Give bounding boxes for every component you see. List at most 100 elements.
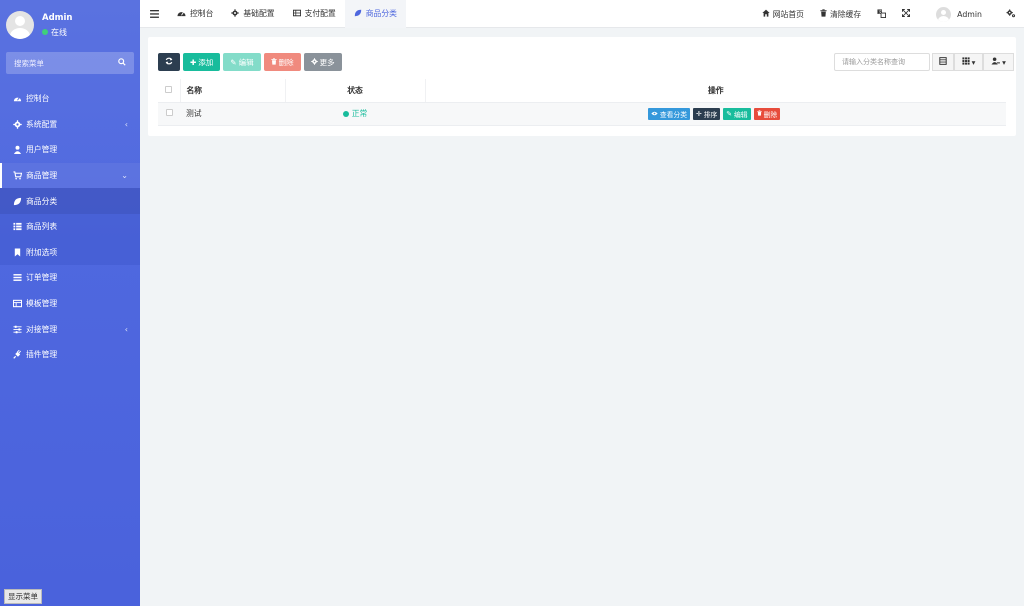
tab-dashboard[interactable]: 控制台 bbox=[168, 0, 222, 28]
user-name: Admin bbox=[42, 12, 73, 23]
topbar-right: 网站首页 清除缓存 文 Admin bbox=[754, 0, 1024, 28]
tab-label: 控制台 bbox=[190, 9, 214, 18]
edit-button[interactable]: ✎ 编辑 bbox=[223, 53, 261, 71]
sidebar-item-products[interactable]: 商品管理 ⌄ bbox=[0, 162, 140, 189]
tab-payment-config[interactable]: 支付配置 bbox=[284, 0, 345, 28]
menu-search bbox=[6, 52, 134, 74]
sidebar-item-label: 插件管理 bbox=[26, 350, 58, 360]
list-icon bbox=[13, 222, 22, 231]
search-icon[interactable] bbox=[118, 58, 126, 68]
show-menu-button[interactable]: 显示菜单 bbox=[4, 589, 42, 604]
tab-label: 基础配置 bbox=[243, 9, 275, 18]
avatar bbox=[936, 6, 952, 22]
cart-icon bbox=[13, 171, 22, 180]
sidebar-item-users[interactable]: 用户管理 bbox=[0, 137, 140, 163]
tab-label: 支付配置 bbox=[304, 9, 336, 18]
dashboard-icon bbox=[13, 94, 22, 103]
sidebar-item-label: 模板管理 bbox=[26, 299, 58, 309]
template-icon bbox=[13, 299, 22, 308]
status-dot-icon bbox=[342, 110, 349, 117]
add-label: 添加 bbox=[198, 57, 214, 67]
admin-name: Admin bbox=[957, 9, 982, 19]
table-view-button[interactable] bbox=[932, 53, 954, 71]
cell-name: 测试 bbox=[180, 102, 285, 126]
settings-button[interactable] bbox=[990, 8, 1024, 20]
export-button[interactable]: ▾ bbox=[983, 53, 1014, 71]
cell-status: 正常 bbox=[285, 102, 425, 126]
sidebar-item-integrations[interactable]: 对接管理 ‹ bbox=[0, 316, 140, 342]
sort-button[interactable]: ✛ 排序 bbox=[693, 107, 721, 120]
tab-label: 商品分类 bbox=[365, 9, 397, 18]
sidebar-item-plugins[interactable]: 插件管理 bbox=[0, 342, 140, 368]
row-edit-button[interactable]: ✎ 编辑 bbox=[723, 107, 751, 120]
sidebar-item-label: 用户管理 bbox=[26, 145, 58, 155]
admin-profile[interactable]: Admin bbox=[918, 6, 990, 22]
tab-basic-config[interactable]: 基础配置 bbox=[222, 0, 283, 28]
sidebar-item-templates[interactable]: 模板管理 bbox=[0, 291, 140, 317]
toolbar: ✚ 添加 ✎ 编辑 删除 更多 bbox=[158, 53, 345, 71]
sidebar-item-label: 附加选项 bbox=[26, 247, 58, 257]
pencil-icon: ✎ bbox=[726, 109, 732, 118]
sidebar-item-orders[interactable]: 订单管理 bbox=[0, 265, 140, 291]
row-checkbox[interactable] bbox=[165, 109, 173, 116]
language-icon: 文 bbox=[877, 9, 887, 20]
gear-icon bbox=[231, 8, 240, 19]
delete-label: 删除 bbox=[278, 57, 294, 67]
sidebar-item-product-category[interactable]: 商品分类 bbox=[0, 188, 140, 214]
hamburger-menu-icon[interactable] bbox=[140, 9, 168, 18]
sidebar-item-dashboard[interactable]: 控制台 bbox=[0, 86, 140, 112]
edit-label: 编辑 bbox=[238, 57, 254, 67]
category-search-input[interactable]: 请输入分类名称查询 bbox=[834, 53, 930, 71]
add-button[interactable]: ✚ 添加 bbox=[183, 53, 221, 71]
column-header-name[interactable]: 名称 bbox=[180, 79, 286, 103]
column-header-status[interactable]: 状态 bbox=[285, 79, 426, 103]
sidebar-item-label: 商品列表 bbox=[26, 222, 58, 232]
delete-button[interactable]: 删除 bbox=[263, 53, 301, 71]
column-header-actions: 操作 bbox=[425, 79, 1006, 103]
home-icon bbox=[762, 9, 770, 19]
site-home-label: 网站首页 bbox=[772, 9, 804, 19]
table-header-row: 名称 状态 操作 bbox=[158, 79, 1006, 103]
avatar[interactable] bbox=[6, 11, 34, 39]
sort-label: 排序 bbox=[703, 110, 718, 119]
sidebar-item-system-config[interactable]: 系统配置 ‹ bbox=[0, 112, 140, 138]
plus-icon: ✚ bbox=[190, 57, 197, 67]
select-all-checkbox[interactable] bbox=[165, 85, 173, 93]
clear-cache-button[interactable]: 清除缓存 bbox=[812, 9, 869, 20]
refresh-button[interactable] bbox=[158, 53, 180, 71]
sidebar-item-label: 订单管理 bbox=[26, 273, 58, 283]
row-actions: 查看分类 ✛ 排序 ✎ 编辑 删除 bbox=[425, 107, 1006, 120]
content-panel: ✚ 添加 ✎ 编辑 删除 更多 请输入分类名称查询 ▾ ▾ 名称 状态 操作 测… bbox=[148, 37, 1016, 136]
menu-search-input[interactable] bbox=[14, 58, 104, 68]
chevron-left-icon: ‹ bbox=[124, 119, 128, 129]
sidebar-menu: 控制台 系统配置 ‹ 用户管理 商品管理 ⌄ 商品分类 商品列表 附加选项 订单… bbox=[0, 86, 140, 368]
trash-icon bbox=[270, 57, 277, 67]
move-icon: ✛ bbox=[696, 109, 702, 118]
sidebar-item-product-list[interactable]: 商品列表 bbox=[0, 214, 140, 240]
tab-product-category[interactable]: 商品分类 bbox=[344, 0, 406, 28]
sidebar-item-addon-options[interactable]: 附加选项 bbox=[0, 240, 140, 266]
sliders-icon bbox=[13, 325, 22, 334]
chevron-down-icon: ⌄ bbox=[121, 171, 128, 181]
row-select-cell bbox=[158, 102, 180, 126]
sidebar-item-label: 商品管理 bbox=[26, 171, 58, 181]
columns-toggle-button[interactable]: ▾ bbox=[954, 53, 983, 71]
online-dot-icon bbox=[42, 29, 48, 35]
trash-icon bbox=[820, 9, 827, 19]
sidebar: Admin 在线 控制台 系统配置 ‹ 用户管理 商品管理 bbox=[0, 0, 140, 606]
row-delete-button[interactable]: 删除 bbox=[753, 107, 781, 120]
view-category-button[interactable]: 查看分类 bbox=[647, 107, 690, 120]
translate-button[interactable]: 文 bbox=[869, 9, 894, 20]
user-info: Admin 在线 bbox=[42, 13, 73, 38]
pencil-icon: ✎ bbox=[230, 57, 237, 67]
more-button[interactable]: 更多 bbox=[303, 53, 342, 71]
table-icon bbox=[292, 9, 301, 19]
topbar: 控制台 基础配置 支付配置 商品分类 网站首页 清除缓存 文 Admin bbox=[140, 0, 1024, 28]
site-home-link[interactable]: 网站首页 bbox=[754, 9, 812, 20]
grid-icon bbox=[962, 57, 970, 67]
fullscreen-button[interactable] bbox=[894, 8, 918, 19]
cell-actions: 查看分类 ✛ 排序 ✎ 编辑 删除 bbox=[425, 102, 1006, 126]
category-table: 名称 状态 操作 测试 正常 查看分类 ✛ 排序 ✎ 编辑 删除 bbox=[158, 79, 1006, 126]
row-edit-label: 编辑 bbox=[734, 110, 748, 119]
trash-icon bbox=[756, 109, 762, 118]
